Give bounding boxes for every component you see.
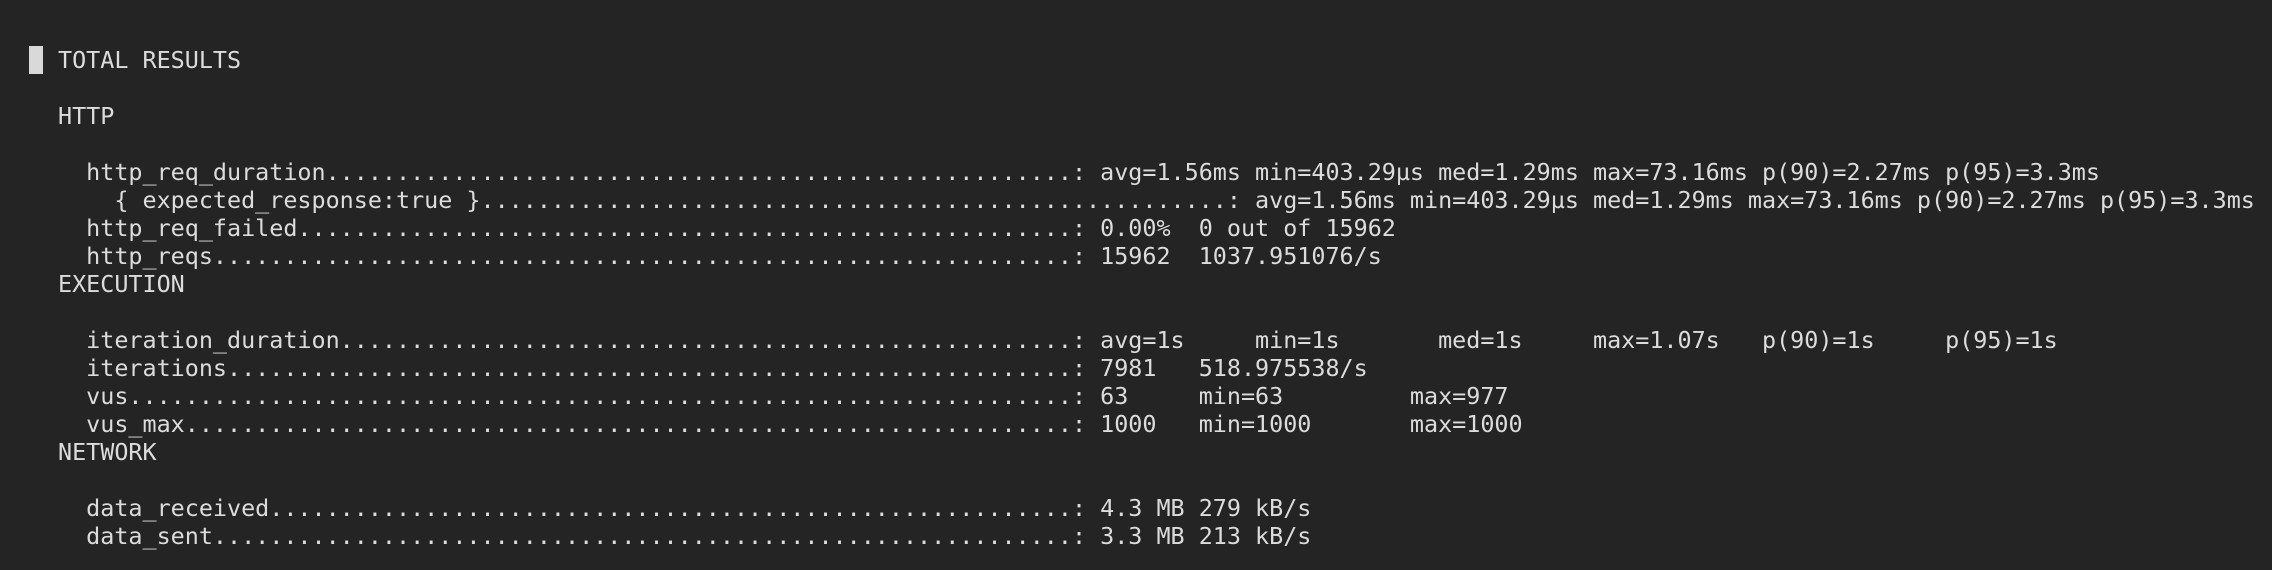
leader-dots: ........................................… bbox=[212, 242, 1072, 270]
metric-value: 15962 1037.951076/s bbox=[1100, 242, 1382, 270]
metric-row-iterations: iterations..............................… bbox=[58, 326, 1368, 382]
leader-dots: ........................................… bbox=[212, 522, 1072, 550]
metric-value: avg=1.56ms min=403.29µs med=1.29ms max=7… bbox=[1255, 186, 2255, 214]
terminal-window: { "header": { "title": "TOTAL RESULTS" }… bbox=[0, 0, 2272, 570]
metric-label: http_reqs bbox=[86, 242, 213, 270]
leader-dots: ........................................… bbox=[184, 410, 1072, 438]
metric-separator: : bbox=[1071, 410, 1101, 438]
metric-row-vus: vus.....................................… bbox=[58, 354, 1508, 410]
section-network-heading: NETWORK bbox=[58, 438, 157, 466]
metric-row-http-reqs: http_reqs...............................… bbox=[58, 214, 1382, 270]
metric-row-http-req-duration: http_req_duration.......................… bbox=[58, 130, 2100, 186]
metric-row-vus-max: vus_max.................................… bbox=[58, 382, 1522, 438]
section-execution-heading: EXECUTION bbox=[58, 270, 185, 298]
metric-row-expected-response: { expected_response:true }..............… bbox=[58, 158, 2255, 214]
metric-row-iteration-duration: iteration_duration......................… bbox=[58, 298, 2058, 354]
section-http-heading: HTTP bbox=[58, 102, 115, 130]
metric-separator: : bbox=[1071, 242, 1101, 270]
section-marker bbox=[29, 46, 43, 74]
metric-label: data_sent bbox=[86, 522, 213, 550]
metric-separator: : bbox=[1071, 522, 1101, 550]
metric-label: vus_max bbox=[86, 410, 185, 438]
results-title: TOTAL RESULTS bbox=[58, 46, 242, 74]
metric-value: 1000 min=1000 max=1000 bbox=[1100, 410, 1523, 438]
metric-value: 3.3 MB 213 kB/s bbox=[1100, 522, 1312, 550]
metric-row-http-req-failed: http_req_failed.........................… bbox=[58, 186, 1396, 242]
metric-row-data-sent: data_sent...............................… bbox=[58, 494, 1311, 550]
metric-row-data-received: data_received...........................… bbox=[58, 466, 1311, 522]
